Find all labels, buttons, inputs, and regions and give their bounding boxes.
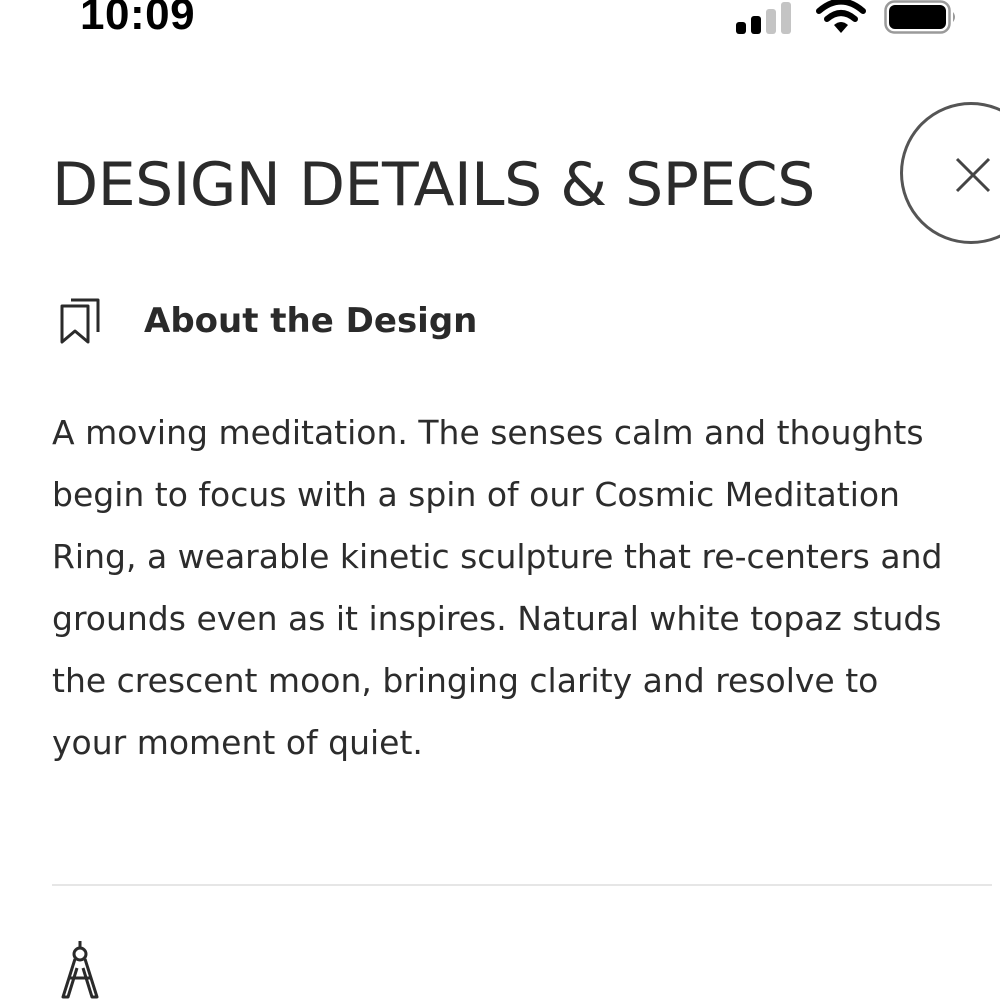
status-time: 10:09 xyxy=(80,0,196,39)
section-divider xyxy=(52,884,992,886)
page-title: DESIGN DETAILS & SPECS xyxy=(52,150,815,220)
section-title: About the Design xyxy=(144,301,478,341)
about-section-header: About the Design xyxy=(60,298,477,344)
close-button[interactable] xyxy=(900,102,1000,244)
battery-icon xyxy=(884,0,955,34)
status-icons xyxy=(736,0,958,36)
cellular-signal-icon xyxy=(736,0,792,36)
drafting-compass-icon xyxy=(61,941,99,999)
design-description: A moving meditation. The senses calm and… xyxy=(52,413,943,762)
bookmark-icon xyxy=(60,298,100,344)
wifi-icon xyxy=(816,0,866,33)
design-details-screen: 10:09 DESIGN DETAILS & SPECS About the D… xyxy=(0,0,1000,1000)
close-icon xyxy=(955,157,991,193)
